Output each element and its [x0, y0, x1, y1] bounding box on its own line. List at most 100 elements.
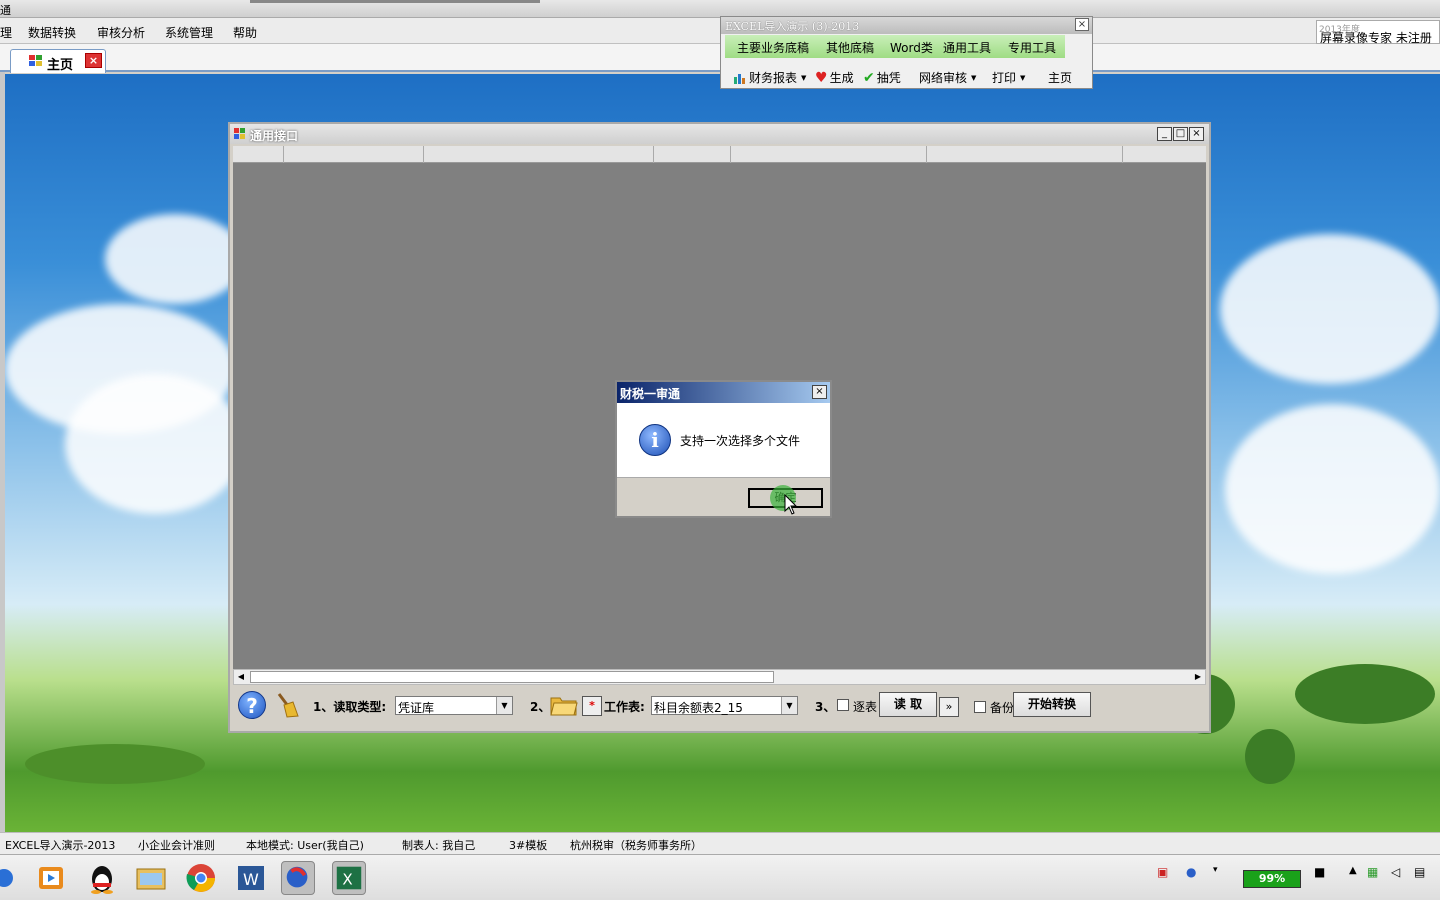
toolbar-word[interactable]: Word类: [890, 39, 933, 56]
audit-app-icon[interactable]: [281, 861, 315, 895]
backup-checkbox[interactable]: [974, 701, 986, 713]
toolbar-print[interactable]: 打印 ▼: [992, 69, 1025, 86]
floating-toolbar: EXCEL导入演示 (3)-2013 × 主要业务底稿 其他底稿 Word类 通…: [720, 16, 1093, 89]
grid-column-divider[interactable]: [653, 146, 654, 163]
grid-column-divider[interactable]: [730, 146, 731, 163]
chevron-down-icon: ▼: [801, 73, 807, 82]
wallpaper-tree: [1245, 729, 1295, 784]
chevron-down-icon[interactable]: ▼: [781, 697, 797, 714]
start-convert-button[interactable]: 开始转换: [1013, 692, 1091, 717]
status-file: EXCEL导入演示-2013: [5, 839, 116, 852]
broom-icon[interactable]: [275, 692, 299, 718]
grid-column-divider[interactable]: [1122, 146, 1123, 163]
heart-icon: ♥: [815, 69, 828, 86]
status-mode: 本地模式: User(我自己): [246, 839, 364, 852]
open-folder-icon[interactable]: [550, 692, 578, 716]
required-marker: *: [582, 696, 602, 716]
power-plug-icon[interactable]: ■: [1314, 865, 1325, 879]
toolbar-financial-report-label: 财务报表: [749, 71, 798, 85]
chevron-down-icon: ▼: [1020, 73, 1026, 82]
scroll-left-icon[interactable]: ◀: [234, 671, 248, 683]
horizontal-scrollbar[interactable]: ◀ ▶: [233, 669, 1206, 685]
bottom-control-bar: ? 1、读取类型: 凭证库 ▼ 2、 * 工作表: 科目余额表2_15 ▼ 3、…: [233, 687, 1206, 729]
word-icon[interactable]: W: [234, 861, 268, 895]
wallpaper-cloud: [65, 374, 245, 514]
action-center-icon[interactable]: ▤: [1414, 865, 1425, 879]
toolbar-main-workpapers[interactable]: 主要业务底稿: [737, 39, 809, 56]
volume-icon[interactable]: ◁: [1391, 865, 1400, 879]
tray-help-icon[interactable]: ●: [1186, 865, 1196, 879]
chrome-icon[interactable]: [184, 861, 218, 895]
toolbar-financial-report[interactable]: 财务报表 ▼: [733, 69, 806, 86]
chevron-down-icon: ▼: [971, 73, 977, 82]
window-app-icon: [234, 128, 245, 139]
menu-item-audit-analysis[interactable]: 审核分析: [97, 24, 145, 41]
svg-text:X: X: [342, 871, 352, 889]
dialog-titlebar[interactable]: 财税一审通 ×: [617, 382, 830, 403]
checkmark-icon: ✔: [863, 69, 875, 86]
tab-close-icon[interactable]: ×: [85, 53, 102, 68]
floating-toolbar-row1: 主要业务底稿 其他底稿 Word类 通用工具 专用工具: [725, 35, 1065, 58]
start-icon[interactable]: [0, 861, 16, 895]
grid-column-divider[interactable]: [423, 146, 424, 163]
per-sheet-checkbox[interactable]: [837, 699, 849, 711]
menu-item-data-convert[interactable]: 数据转换: [28, 24, 76, 41]
dialog-close-icon[interactable]: ×: [812, 385, 827, 399]
toolbar-other-workpapers[interactable]: 其他底稿: [826, 39, 874, 56]
menu-item-system-manage[interactable]: 系统管理: [165, 24, 213, 41]
tray-expand-icon[interactable]: ▾: [1213, 865, 1218, 875]
home-tab-icon: [29, 55, 42, 66]
toolbar-sample-label: 抽凭: [876, 71, 901, 85]
scroll-right-icon[interactable]: ▶: [1191, 671, 1205, 683]
minimize-button[interactable]: _: [1157, 127, 1172, 141]
toolbar-generate[interactable]: ♥ 生成: [815, 69, 854, 86]
media-player-icon[interactable]: [34, 861, 68, 895]
read-type-select[interactable]: 凭证库 ▼: [395, 696, 513, 715]
qq-icon[interactable]: [85, 861, 119, 895]
backup-label: 备份: [990, 701, 1015, 715]
grid-column-divider[interactable]: [283, 146, 284, 163]
dialog-message: 支持一次选择多个文件: [680, 434, 801, 448]
floating-toolbar-close-icon[interactable]: ×: [1075, 18, 1089, 31]
dialog-title: 财税一审通: [620, 387, 681, 401]
more-button[interactable]: »: [939, 697, 959, 717]
chevron-down-icon[interactable]: ▼: [496, 697, 512, 714]
floating-toolbar-titlebar[interactable]: EXCEL导入演示 (3)-2013 ×: [721, 17, 1092, 34]
worksheet-value: 科目余额表2_15: [654, 701, 743, 715]
taskbar: W X ▣ ● ▾ 99% ■ ▲ ▦ ◁ ▤: [0, 854, 1440, 900]
network-icon[interactable]: ▦: [1367, 865, 1378, 879]
app-title-fragment: 通: [0, 4, 11, 17]
report-icon: [734, 73, 745, 84]
excel-icon[interactable]: X: [332, 861, 366, 895]
file-explorer-icon[interactable]: [134, 861, 168, 895]
tab-home[interactable]: 主页 ×: [10, 49, 106, 73]
read-type-value: 凭证库: [398, 701, 435, 715]
worksheet-select[interactable]: 科目余额表2_15 ▼: [651, 696, 798, 715]
toolbar-home[interactable]: 主页: [1048, 69, 1072, 86]
toolbar-general-tools[interactable]: 通用工具: [943, 39, 991, 56]
wallpaper-cloud: [1225, 404, 1440, 574]
toolbar-special-tools[interactable]: 专用工具: [1008, 39, 1056, 56]
window-title: 通用接口: [250, 129, 299, 143]
menu-item-manage[interactable]: 理: [0, 24, 12, 41]
floating-toolbar-title: EXCEL导入演示 (3)-2013: [725, 20, 860, 33]
chevron-up-icon[interactable]: ▲: [1349, 865, 1357, 876]
per-sheet-label: 逐表: [853, 700, 878, 714]
toolbar-sample[interactable]: ✔ 抽凭: [863, 69, 901, 86]
close-button[interactable]: ×: [1189, 127, 1204, 141]
help-icon[interactable]: ?: [238, 691, 266, 719]
title-strip-shadow: [250, 0, 540, 3]
scrollbar-thumb[interactable]: [250, 671, 774, 683]
tray-stamp-icon[interactable]: ▣: [1157, 865, 1168, 879]
menu-item-help[interactable]: 帮助: [233, 24, 257, 41]
message-dialog: 财税一审通 × i 支持一次选择多个文件 确定: [615, 380, 832, 518]
toolbar-network-audit[interactable]: 网络审核 ▼: [919, 69, 976, 86]
floating-toolbar-row2: 财务报表 ▼ ♥ 生成 ✔ 抽凭 网络审核 ▼ 打印 ▼ 主页: [721, 62, 1092, 89]
maximize-button[interactable]: □: [1173, 127, 1188, 141]
battery-indicator[interactable]: 99%: [1243, 870, 1301, 888]
grid-column-divider[interactable]: [926, 146, 927, 163]
window-titlebar[interactable]: 通用接口 _ □ ×: [230, 124, 1209, 144]
toolbar-network-audit-label: 网络审核: [919, 71, 968, 85]
read-button[interactable]: 读 取: [879, 692, 937, 717]
wallpaper-cloud: [105, 214, 245, 304]
